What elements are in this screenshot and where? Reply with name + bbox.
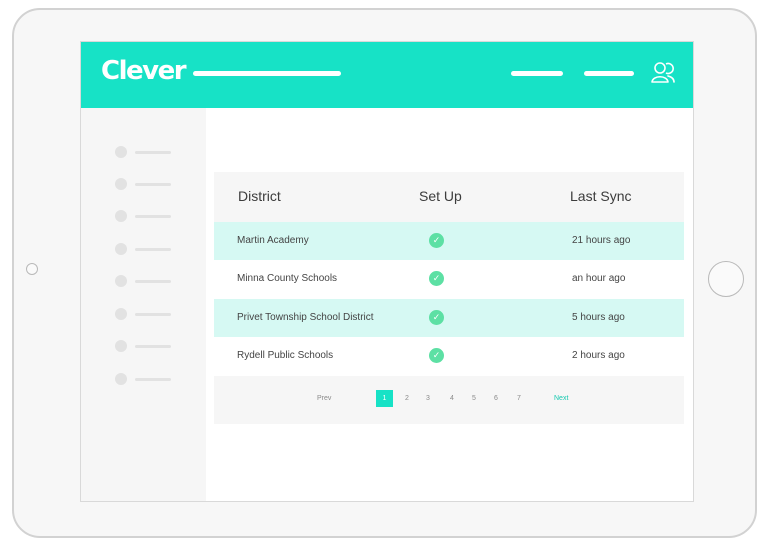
- top-bar: Clever: [81, 42, 693, 108]
- sidebar-item-icon: [115, 146, 127, 158]
- app-screen: Clever District Set Up Last Sync Martin …: [80, 41, 694, 502]
- district-name[interactable]: Rydell Public Schools: [237, 350, 333, 361]
- sidebar-item-label-placeholder: [135, 345, 171, 348]
- page-1-button[interactable]: 1: [376, 390, 393, 407]
- table-row[interactable]: Privet Township School District ✓ 5 hour…: [214, 299, 684, 337]
- district-name[interactable]: Martin Academy: [237, 235, 309, 246]
- column-header-setup[interactable]: Set Up: [419, 188, 462, 204]
- column-header-last-sync[interactable]: Last Sync: [570, 188, 631, 204]
- sidebar-item[interactable]: [115, 308, 175, 320]
- table-row[interactable]: Rydell Public Schools ✓ 2 hours ago: [214, 337, 684, 375]
- last-sync-time: an hour ago: [572, 273, 626, 284]
- sidebar-item[interactable]: [115, 275, 175, 287]
- sidebar-item-icon: [115, 210, 127, 222]
- page-4-button[interactable]: 4: [450, 395, 454, 402]
- page-5-button[interactable]: 5: [472, 395, 476, 402]
- prev-page-link[interactable]: Prev: [317, 395, 331, 402]
- sidebar-item[interactable]: [115, 373, 175, 385]
- last-sync-time: 21 hours ago: [572, 235, 631, 246]
- user-icon[interactable]: [649, 59, 677, 87]
- sidebar-item-icon: [115, 275, 127, 287]
- page-2-button[interactable]: 2: [405, 395, 409, 402]
- clever-logo[interactable]: Clever: [101, 56, 187, 86]
- sidebar-item-label-placeholder: [135, 183, 171, 186]
- sidebar-item-label-placeholder: [135, 313, 171, 316]
- column-header-district[interactable]: District: [238, 188, 281, 204]
- table-header: District Set Up Last Sync: [214, 172, 684, 222]
- last-sync-time: 2 hours ago: [572, 350, 625, 361]
- page-6-button[interactable]: 6: [494, 395, 498, 402]
- sidebar-item-icon: [115, 340, 127, 352]
- sidebar-item[interactable]: [115, 146, 175, 158]
- pagination: Prev 1 2 3 4 5 6 7 Next: [214, 376, 684, 424]
- page-3-button[interactable]: 3: [426, 395, 430, 402]
- table-row[interactable]: Martin Academy ✓ 21 hours ago: [214, 222, 684, 260]
- nav-link-placeholder[interactable]: [584, 71, 634, 76]
- district-name[interactable]: Minna County Schools: [237, 273, 337, 284]
- sidebar-item-label-placeholder: [135, 280, 171, 283]
- home-button[interactable]: [708, 261, 744, 297]
- last-sync-time: 5 hours ago: [572, 312, 625, 323]
- check-icon: ✓: [429, 233, 444, 248]
- sidebar-item-label-placeholder: [135, 215, 171, 218]
- sidebar: [81, 108, 206, 501]
- camera: [26, 263, 38, 275]
- table-row[interactable]: Minna County Schools ✓ an hour ago: [214, 260, 684, 298]
- page-7-button[interactable]: 7: [517, 395, 521, 402]
- sidebar-item[interactable]: [115, 243, 175, 255]
- district-name[interactable]: Privet Township School District: [237, 312, 374, 323]
- nav-link-placeholder[interactable]: [511, 71, 563, 76]
- next-page-link[interactable]: Next: [554, 395, 568, 402]
- check-icon: ✓: [429, 310, 444, 325]
- sidebar-item[interactable]: [115, 178, 175, 190]
- check-icon: ✓: [429, 348, 444, 363]
- check-icon: ✓: [429, 271, 444, 286]
- header-title-placeholder: [193, 71, 341, 76]
- sidebar-item[interactable]: [115, 210, 175, 222]
- sidebar-item-icon: [115, 373, 127, 385]
- sidebar-item-label-placeholder: [135, 378, 171, 381]
- sidebar-item-icon: [115, 243, 127, 255]
- sidebar-item-icon: [115, 178, 127, 190]
- sidebar-item-icon: [115, 308, 127, 320]
- sidebar-item[interactable]: [115, 340, 175, 352]
- sidebar-item-label-placeholder: [135, 248, 171, 251]
- sidebar-item-label-placeholder: [135, 151, 171, 154]
